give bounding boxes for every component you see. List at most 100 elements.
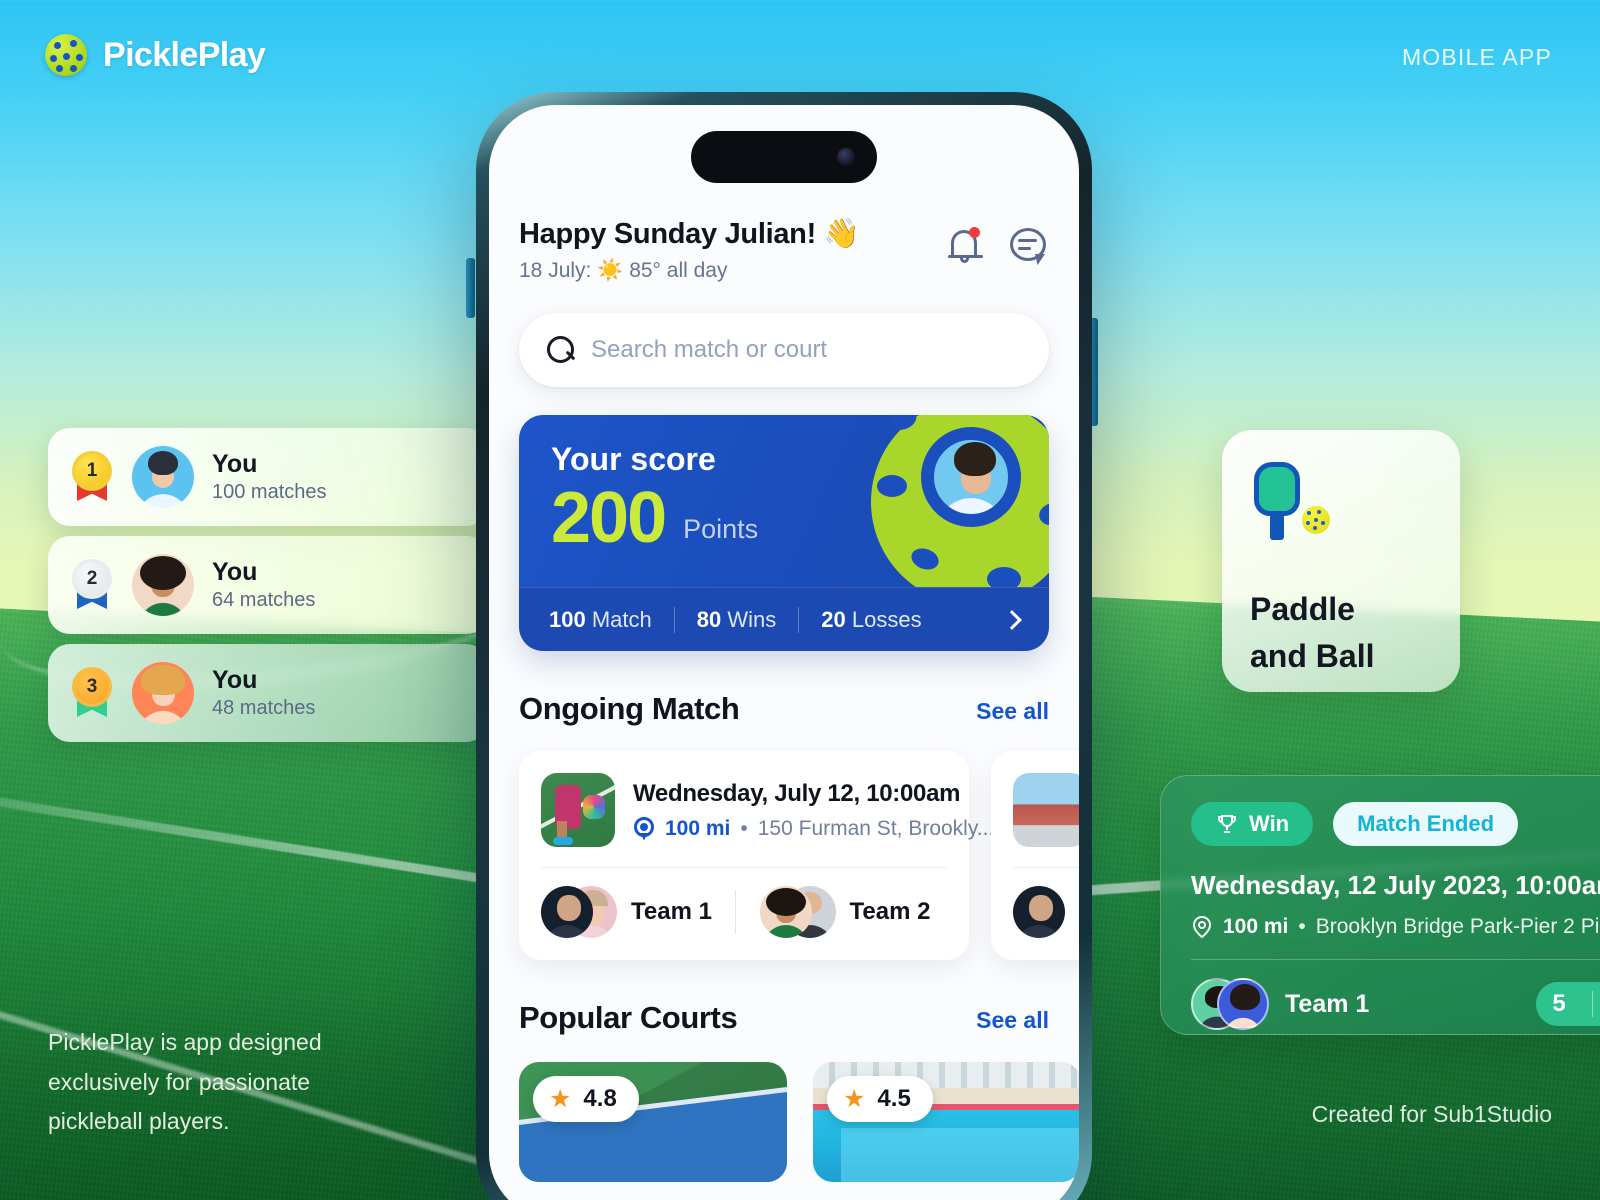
match-card[interactable]: Wednesday, July 12, 10:00am 100 mi • 150… [519, 751, 994, 960]
match-address: 150 Furman St, Brookly... [757, 816, 995, 840]
section-title: Ongoing Match [519, 691, 740, 726]
match-date: Wednesday, 12 July 2023, 10:00am [1191, 870, 1600, 900]
match-distance: 100 mi [1223, 915, 1289, 938]
search-input[interactable]: Search match or court [519, 313, 1049, 387]
divider [1013, 867, 1079, 868]
match-date: Wednesday, July 12, 10:00am [633, 779, 961, 807]
popular-courts-list: ★ 4.8 ★ 4.5 [519, 1062, 1079, 1182]
location-pin-icon [633, 816, 655, 841]
player-matches: 100 matches [212, 481, 327, 503]
team-avatars [759, 886, 836, 938]
team-name: Team 2 [849, 898, 931, 925]
rating-value: 4.8 [583, 1085, 617, 1112]
phone-mockup: Happy Sunday Julian! 👋 18 July: ☀️ 85° a… [476, 92, 1092, 1200]
avatar [132, 446, 194, 508]
score-value: 200 [551, 478, 667, 558]
dynamic-island [691, 131, 877, 183]
mobile-app-tag: MOBILE APP [1401, 44, 1552, 70]
search-icon [547, 336, 575, 364]
team-row-2: Team 2 [742, 886, 948, 938]
player-matches: 48 matches [212, 697, 316, 719]
brand-name: PicklePlay [103, 35, 266, 74]
win-label: Win [1249, 811, 1290, 836]
team-avatars [541, 886, 617, 938]
score-unit: Points [683, 514, 759, 544]
stat-losses: 20 Losses [821, 606, 922, 632]
player-name: You [212, 666, 258, 694]
team-row-1: Team 1 [541, 886, 729, 938]
pickleball-icon [45, 34, 87, 76]
meta-separator: • [1298, 915, 1306, 938]
ongoing-match-header: Ongoing Match See all [519, 691, 1049, 727]
match-ended-card[interactable]: Win Match Ended Wednesday, 12 July 2023,… [1160, 775, 1600, 1035]
list-item[interactable]: 1 You 100 matches [48, 428, 488, 526]
chevron-right-icon[interactable] [1002, 609, 1022, 630]
avatar [132, 662, 194, 724]
weather-subtitle: 18 July: ☀️ 85° all day [519, 259, 728, 282]
score-left: 5 [1552, 990, 1566, 1017]
brand-logo: PicklePlay [45, 34, 266, 76]
front-camera-icon [837, 148, 855, 166]
player-matches: 64 matches [212, 589, 316, 611]
court-card[interactable]: ★ 4.8 [519, 1062, 787, 1182]
location-pin-icon [1192, 915, 1212, 939]
notification-bell-icon[interactable] [943, 225, 985, 267]
ongoing-match-list: Wednesday, July 12, 10:00am 100 mi • 150… [519, 751, 1079, 960]
app-description: PicklePlay is app designed exclusively f… [48, 1029, 322, 1135]
match-thumbnail [541, 773, 615, 847]
see-all-courts-link[interactable]: See all [976, 1007, 1049, 1034]
divider [734, 890, 736, 934]
paddle-and-ball-card[interactable]: Paddle and Ball [1222, 430, 1460, 692]
match-venue: Brooklyn Bridge Park-Pier 2 Pick [1315, 915, 1600, 938]
score-pill: 5 11 [1536, 982, 1600, 1026]
rank-medal-icon: 3 [70, 667, 114, 719]
court-card[interactable]: ★ 4.5 [813, 1062, 1079, 1182]
score-stats-bar: 100 Match 80 Wins 20 Losses [519, 587, 1049, 651]
star-icon: ★ [843, 1084, 866, 1113]
search-placeholder: Search match or court [591, 336, 828, 363]
avatar [132, 554, 194, 616]
divider [1191, 959, 1600, 960]
list-item[interactable]: 3 You 48 matches [48, 644, 488, 742]
paddle-card-line2: and Ball [1250, 637, 1375, 674]
phone-volume-button[interactable] [466, 258, 475, 318]
trophy-icon [1218, 815, 1236, 833]
stat-wins: 80 Wins [696, 606, 777, 632]
match-card-next[interactable] [991, 751, 1079, 960]
stat-matches: 100 Match [549, 606, 652, 632]
team-name: Team 1 [631, 898, 712, 925]
match-distance: 100 mi [665, 816, 731, 840]
status-badge-ended: Match Ended [1333, 802, 1519, 846]
team-row [1013, 886, 1079, 938]
player-name: You [212, 450, 258, 478]
rating-value: 4.5 [877, 1085, 911, 1112]
list-item[interactable]: 2 You 64 matches [48, 536, 488, 634]
notification-dot [969, 227, 980, 238]
popular-courts-header: Popular Courts See all [519, 1000, 1049, 1036]
score-card[interactable]: Your score 200 Points 100 Match 80 Wins [519, 415, 1049, 651]
team-name: Team 1 [1285, 989, 1370, 1018]
star-icon: ★ [549, 1084, 572, 1113]
team-avatars [1191, 978, 1269, 1030]
paddle-card-line1: Paddle [1250, 591, 1355, 627]
badge-row: Win Match Ended [1191, 802, 1600, 846]
rating-badge: ★ 4.5 [827, 1076, 933, 1122]
divider [541, 867, 947, 868]
team-row: Team 1 5 11 [1191, 978, 1600, 1030]
rating-badge: ★ 4.8 [533, 1076, 639, 1122]
see-all-ongoing-link[interactable]: See all [976, 698, 1049, 725]
meta-separator: • [740, 816, 748, 840]
rank-medal-icon: 1 [70, 451, 114, 503]
player-name: You [212, 558, 258, 586]
leaderboard-list: 1 You 100 matches 2 You 64 matches 3 You… [48, 428, 488, 752]
match-location: 100 mi • Brooklyn Bridge Park-Pier 2 Pic… [1191, 915, 1600, 939]
paddle-and-ball-icon [1250, 462, 1330, 544]
team-avatars [1013, 886, 1079, 938]
greeting-title: Happy Sunday Julian! 👋 [519, 218, 860, 250]
match-thumbnail [1013, 773, 1079, 847]
phone-screen: Happy Sunday Julian! 👋 18 July: ☀️ 85° a… [489, 105, 1079, 1200]
score-card-title: Your score [551, 441, 716, 477]
chat-bubble-icon[interactable] [1007, 225, 1049, 267]
rank-medal-icon: 2 [70, 559, 114, 611]
status-badge-win: Win [1191, 802, 1314, 846]
